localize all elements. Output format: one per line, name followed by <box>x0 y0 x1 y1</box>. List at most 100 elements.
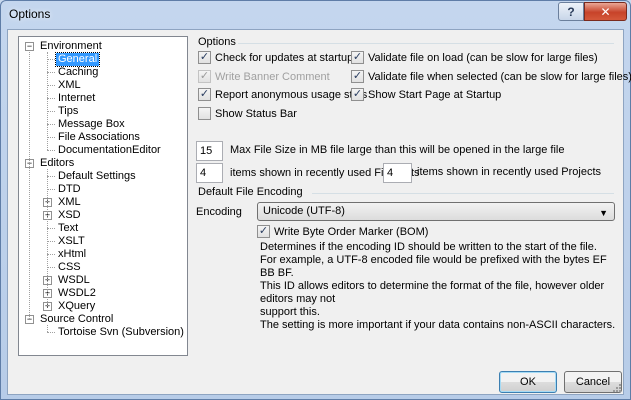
options-dialog: Options ? ✕ − Environment General Caching XM… <box>0 0 631 400</box>
tree-item[interactable]: Caching <box>19 66 187 79</box>
tree-item-label: CSS <box>58 261 81 273</box>
title-bar[interactable]: Options ? ✕ <box>1 1 630 29</box>
check-mark-icon: ✓ <box>352 51 363 63</box>
tree-item[interactable]: + WSDL <box>19 274 187 287</box>
tree-item[interactable]: XSLT <box>19 235 187 248</box>
check-mark-icon: ✓ <box>352 70 363 82</box>
close-icon: ✕ <box>600 4 611 19</box>
check-mark-icon: ✓ <box>199 70 210 82</box>
checkbox-box: ✓ <box>257 225 270 238</box>
tree-connector <box>47 332 55 333</box>
tree-item-label: Tortoise Svn (Subversion) <box>58 326 184 338</box>
tree-item-label: xHtml <box>58 248 87 260</box>
options-separator <box>238 43 614 44</box>
check-updates-checkbox[interactable]: ✓ Check for updates at startup <box>198 51 353 64</box>
check-mark-icon: ✓ <box>199 88 210 100</box>
tree-item-label: Internet <box>58 92 96 104</box>
resize-grip-icon[interactable] <box>611 382 621 392</box>
write-bom-checkbox[interactable]: ✓ Write Byte Order Marker (BOM) <box>257 225 428 238</box>
options-group-title: Options <box>198 36 236 48</box>
recent-projects-label: items shown in recently used Projects <box>417 166 602 178</box>
checkbox-box: ✓ <box>198 51 211 64</box>
checkbox-box <box>198 107 211 120</box>
tree-connector <box>47 176 55 177</box>
tree-item-label: Editors <box>40 157 75 169</box>
tree-item[interactable]: − Environment <box>19 40 187 53</box>
ok-button[interactable]: OK <box>499 371 557 393</box>
tree-item[interactable]: + WSDL2 <box>19 287 187 300</box>
tree-connector <box>47 169 48 306</box>
show-status-bar-checkbox[interactable]: Show Status Bar <box>198 107 297 120</box>
anonymous-stats-checkbox[interactable]: ✓ Report anonymous usage stats <box>198 88 367 101</box>
recent-projects-input[interactable]: 4 <box>383 163 412 183</box>
tree-connector <box>47 150 55 151</box>
tree-item[interactable]: + XSD <box>19 209 187 222</box>
tree-item-label: XSLT <box>58 235 85 247</box>
check-mark-icon: ✓ <box>352 88 363 100</box>
validate-when-selected-checkbox[interactable]: ✓ Validate file when selected (can be sl… <box>351 70 631 83</box>
tree-item[interactable]: DTD <box>19 183 187 196</box>
category-tree[interactable]: − Environment General Caching XML Internet Tip… <box>18 36 188 356</box>
encoding-select[interactable]: Unicode (UTF-8) ▼ <box>257 202 615 221</box>
tree-connector <box>47 124 55 125</box>
tree-item-label: XQuery <box>58 300 96 312</box>
tree-connector <box>47 325 48 332</box>
tree-connector <box>47 98 55 99</box>
tree-item[interactable]: General <box>19 52 187 67</box>
tree-item[interactable]: + XQuery <box>19 300 187 313</box>
tree-item-label: WSDL <box>58 274 90 286</box>
tree-connector <box>47 241 55 242</box>
check-mark-icon: ✓ <box>258 225 269 237</box>
tree-item-label: WSDL2 <box>58 287 96 299</box>
tree-connector <box>47 52 48 150</box>
show-status-bar-label: Show Status Bar <box>215 107 297 120</box>
tree-connector <box>47 189 55 190</box>
tree-item-label: DTD <box>58 183 81 195</box>
description-line: This ID allows editors to determine the … <box>260 280 605 305</box>
tree-connector <box>47 228 55 229</box>
recent-files-input[interactable]: 4 <box>196 163 223 183</box>
tree-item[interactable]: XML <box>19 79 187 92</box>
help-button[interactable]: ? <box>558 2 584 21</box>
tree-item[interactable]: + XML <box>19 196 187 209</box>
max-file-size-label: Max File Size in MB file large than this… <box>230 144 565 156</box>
tree-item[interactable]: xHtml <box>19 248 187 261</box>
max-file-size-input[interactable]: 15 <box>196 141 223 161</box>
checkbox-box: ✓ <box>351 70 364 83</box>
dropdown-arrow-icon: ▼ <box>599 208 608 218</box>
tree-item[interactable]: Text <box>19 222 187 235</box>
close-button[interactable]: ✕ <box>584 2 627 21</box>
tree-item[interactable]: Message Box <box>19 118 187 131</box>
show-start-page-checkbox[interactable]: ✓ Show Start Page at Startup <box>351 88 501 101</box>
tree-item[interactable]: Default Settings <box>19 170 187 183</box>
tree-item[interactable]: DocumentationEditor <box>19 144 187 157</box>
tree-connector <box>47 111 55 112</box>
tree-item[interactable]: File Associations <box>19 131 187 144</box>
anonymous-stats-label: Report anonymous usage stats <box>215 88 368 101</box>
tree-item-label: File Associations <box>58 131 140 143</box>
write-banner-checkbox[interactable]: ✓ Write Banner Comment <box>198 70 330 83</box>
help-icon: ? <box>567 4 575 19</box>
tree-item-label: Message Box <box>58 118 125 130</box>
encoding-description: Determines if the encoding ID should be … <box>260 241 623 332</box>
collapse-icon[interactable]: − <box>25 42 34 51</box>
tree-item-label: XML <box>58 196 81 208</box>
tree-item[interactable]: − Editors <box>19 157 187 170</box>
validate-when-selected-label: Validate file when selected (can be slow… <box>368 70 631 83</box>
encoding-selected-value: Unicode (UTF-8) <box>263 205 345 217</box>
tree-item[interactable]: Tips <box>19 105 187 118</box>
window-title: Options <box>9 7 51 21</box>
tree-item-label: XML <box>58 79 81 91</box>
validate-on-load-checkbox[interactable]: ✓ Validate file on load (can be slow for… <box>351 51 598 64</box>
tree-connector <box>47 254 55 255</box>
tree-item[interactable]: Tortoise Svn (Subversion) <box>19 326 187 339</box>
tree-item[interactable]: Internet <box>19 92 187 105</box>
tree-item-label: DocumentationEditor <box>58 144 161 156</box>
validate-on-load-label: Validate file on load (can be slow for l… <box>368 51 598 64</box>
tree-item[interactable]: − Source Control <box>19 313 187 326</box>
cancel-button-label: Cancel <box>575 376 611 388</box>
tree-connector <box>47 267 55 268</box>
tree-item[interactable]: CSS <box>19 261 187 274</box>
tree-item-label: Text <box>58 222 79 234</box>
check-mark-icon: ✓ <box>199 51 210 63</box>
